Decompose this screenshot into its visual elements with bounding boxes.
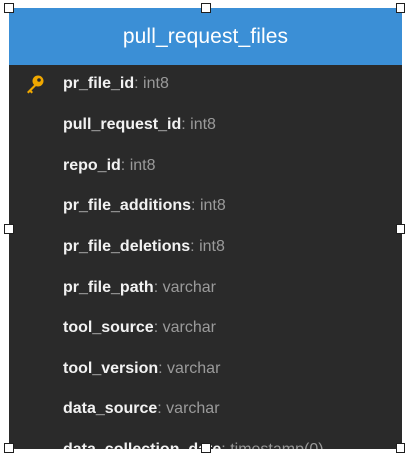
column-text: pr_file_path: varchar bbox=[63, 279, 216, 297]
column-type: int8 bbox=[143, 75, 169, 92]
column-row[interactable]: repo_id: int8 bbox=[9, 151, 402, 181]
column-type: int8 bbox=[190, 116, 216, 133]
column-type: varchar bbox=[162, 319, 216, 336]
column-text: pr_file_additions: int8 bbox=[63, 197, 226, 215]
column-separator: : bbox=[221, 441, 225, 449]
column-name: tool_version bbox=[63, 360, 159, 377]
column-row[interactable]: data_source: varchar bbox=[9, 394, 402, 424]
column-name: data_source bbox=[63, 400, 158, 417]
column-type: int8 bbox=[129, 157, 156, 174]
column-name: pull_request_id bbox=[63, 116, 182, 133]
resize-handle-middle-right[interactable] bbox=[396, 224, 405, 234]
column-row[interactable]: pr_file_path: varchar bbox=[9, 273, 402, 303]
column-name: tool_source bbox=[63, 319, 154, 336]
column-name: pr_file_deletions bbox=[63, 238, 191, 255]
column-row[interactable]: pull_request_id: int8 bbox=[9, 110, 402, 140]
column-name: repo_id bbox=[63, 157, 121, 174]
column-text: tool_version: varchar bbox=[63, 360, 220, 378]
column-row[interactable]: tool_source: varchar bbox=[9, 313, 402, 343]
resize-handle-bottom-right[interactable] bbox=[396, 443, 405, 453]
column-text: pr_file_id: int8 bbox=[63, 75, 169, 93]
resize-handle-top-right[interactable] bbox=[396, 3, 405, 13]
column-separator: : bbox=[158, 360, 163, 377]
column-row[interactable]: pr_file_id: int8 bbox=[9, 69, 402, 99]
column-type: int8 bbox=[199, 197, 226, 214]
column-row[interactable]: tool_version: varchar bbox=[9, 354, 402, 384]
column-text: pr_file_deletions: int8 bbox=[63, 238, 225, 256]
column-list: pr_file_id: int8 pull_request_id: int8 r… bbox=[9, 65, 402, 449]
column-text: data_source: varchar bbox=[63, 400, 220, 418]
column-separator: : bbox=[190, 238, 195, 255]
column-name: data_collection_date bbox=[63, 441, 221, 449]
resize-handle-bottom-left[interactable] bbox=[4, 443, 14, 453]
column-type: int8 bbox=[199, 238, 225, 255]
column-row[interactable]: pr_file_deletions: int8 bbox=[9, 232, 402, 262]
column-separator: : bbox=[157, 400, 162, 417]
column-text: pull_request_id: int8 bbox=[63, 116, 216, 134]
column-separator: : bbox=[181, 116, 186, 133]
column-separator: : bbox=[153, 279, 159, 296]
resize-handle-middle-left[interactable] bbox=[4, 224, 14, 234]
column-text: data_collection_date: timestamp(0) bbox=[63, 441, 324, 449]
key-icon bbox=[27, 75, 44, 94]
column-name: pr_file_id bbox=[63, 75, 135, 92]
resize-handle-top-center[interactable] bbox=[201, 3, 211, 13]
column-type: varchar bbox=[166, 400, 220, 417]
resize-handle-top-left[interactable] bbox=[4, 3, 14, 13]
column-row[interactable]: pr_file_additions: int8 bbox=[9, 191, 402, 221]
entity-table-pull-request-files[interactable]: pull_request_files pr_file_id: int8 pull… bbox=[9, 8, 402, 449]
column-text: repo_id: int8 bbox=[63, 157, 156, 175]
column-type: timestamp(0) bbox=[230, 441, 323, 449]
column-name: pr_file_path bbox=[63, 279, 154, 296]
column-separator: : bbox=[153, 319, 159, 336]
column-type: varchar bbox=[167, 360, 221, 377]
column-name: pr_file_additions bbox=[63, 197, 192, 214]
column-type: varchar bbox=[162, 279, 216, 296]
entity-title[interactable]: pull_request_files bbox=[9, 8, 402, 65]
column-separator: : bbox=[134, 75, 139, 92]
column-separator: : bbox=[191, 197, 196, 214]
column-text: tool_source: varchar bbox=[63, 319, 216, 337]
resize-handle-bottom-center[interactable] bbox=[201, 443, 211, 453]
column-separator: : bbox=[120, 157, 126, 174]
